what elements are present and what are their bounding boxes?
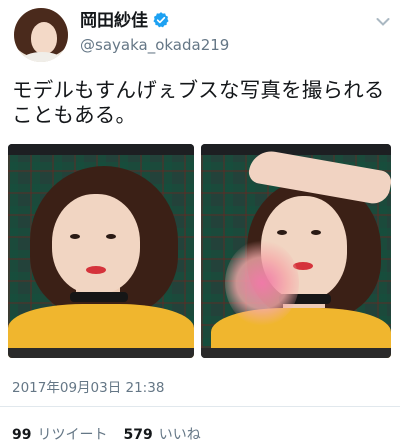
photo-bottom-bar [201, 348, 391, 358]
avatar-face [31, 22, 57, 54]
tweet-photo-1[interactable] [8, 144, 194, 358]
author-handle[interactable]: @sayaka_okada219 [80, 35, 229, 55]
photo-bottom-bar [8, 348, 194, 358]
author-avatar[interactable] [14, 8, 68, 62]
photo-toolbar [8, 144, 194, 155]
photo-lips [86, 266, 106, 274]
photo-eye-right [106, 234, 116, 239]
photo-eye-left [277, 230, 287, 235]
author-name-row[interactable]: 岡田紗佳 [80, 10, 170, 35]
tweet-timestamp[interactable]: 2017年09月03日 21:38 [12, 376, 164, 396]
verified-badge-icon [152, 11, 170, 35]
author-name[interactable]: 岡田紗佳 [80, 11, 148, 31]
photo-eye-right [311, 230, 321, 235]
tweet-photo-2[interactable] [201, 144, 391, 358]
photo-eye-left [70, 234, 80, 239]
photo-toolbar [201, 144, 391, 155]
tweet-stats: 99 リツイート 579 いいね [12, 424, 201, 444]
photo-choker [70, 292, 128, 302]
photo-face [52, 194, 140, 294]
tweet-text: モデルもすんげぇブスな写真を撮られることもある。 [12, 78, 385, 127]
photo-blur-object [225, 240, 299, 326]
divider [0, 406, 400, 407]
chevron-down-icon[interactable] [376, 12, 390, 31]
avatar-shirt [22, 52, 62, 62]
